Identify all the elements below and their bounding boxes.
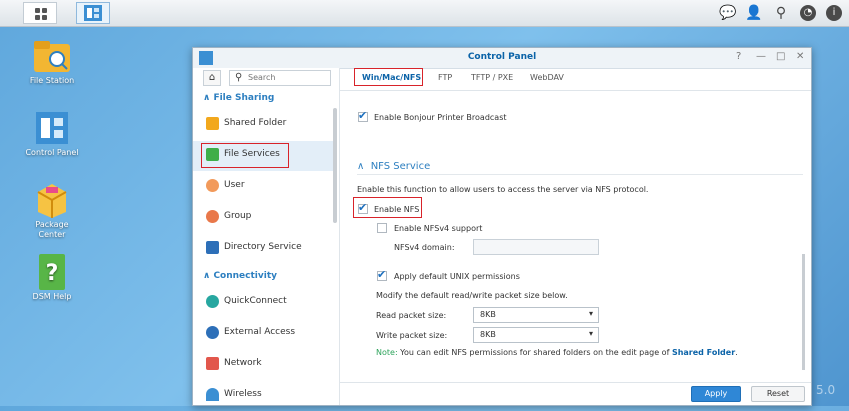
- search-input[interactable]: [246, 72, 330, 83]
- quickconnect-icon: [206, 295, 219, 308]
- user-icon: [206, 179, 219, 192]
- content-scrollbar[interactable]: [802, 254, 805, 370]
- footer-bar: Apply Reset: [340, 382, 811, 405]
- dashboard-icon[interactable]: ◔: [800, 5, 816, 21]
- nfs-description: Enable this function to allow users to a…: [357, 185, 649, 194]
- control-panel-window: Control Panel ? — □ ✕ ⌂ ⚲ ∧ File Sharing…: [192, 47, 812, 406]
- control-panel-taskbar-button[interactable]: [76, 2, 110, 24]
- home-button[interactable]: ⌂: [203, 70, 221, 86]
- tab-ftp[interactable]: FTP: [438, 73, 452, 82]
- maximize-button[interactable]: □: [776, 51, 785, 62]
- highlight-box: [201, 143, 289, 168]
- read-packet-label: Read packet size:: [376, 311, 447, 320]
- nfs-service-header[interactable]: ∧ NFS Service: [357, 161, 430, 172]
- tab-bar: Win/Mac/NFS FTP TFTP / PXE WebDAV: [340, 68, 811, 91]
- desktop-icon-dsm-help[interactable]: ? DSM Help: [12, 254, 92, 301]
- minimize-button[interactable]: —: [756, 51, 766, 62]
- search-icon[interactable]: ⚲: [771, 3, 791, 23]
- globe-icon: [206, 326, 219, 339]
- shared-folder-link[interactable]: Shared Folder: [672, 348, 735, 357]
- desktop-icon-file-station[interactable]: File Station: [12, 38, 92, 85]
- packet-size-description: Modify the default read/write packet siz…: [376, 291, 568, 300]
- group-icon: [206, 210, 219, 223]
- desktop-icon-control-panel[interactable]: Control Panel: [12, 110, 92, 157]
- help-icon: ?: [32, 254, 72, 290]
- grid-icon: [35, 8, 47, 20]
- main-menu-button[interactable]: [23, 2, 57, 24]
- desktop-icon-label: DSM Help: [32, 292, 72, 301]
- sidebar: ⌂ ⚲ ∧ File Sharing Shared Folder File Se…: [193, 68, 340, 405]
- tab-webdav[interactable]: WebDAV: [530, 73, 564, 82]
- sidebar-item-group[interactable]: Group: [193, 203, 333, 233]
- caret-down-icon: ▾: [588, 309, 593, 318]
- unix-permissions-checkbox[interactable]: [377, 268, 387, 281]
- sidebar-item-directory-service[interactable]: Directory Service: [193, 234, 333, 264]
- write-packet-select[interactable]: 8KB ▾: [473, 327, 599, 343]
- user-icon[interactable]: 👤: [744, 3, 764, 23]
- close-button[interactable]: ✕: [796, 51, 804, 62]
- read-packet-select[interactable]: 8KB ▾: [473, 307, 599, 323]
- search-icon: ⚲: [235, 72, 243, 83]
- info-icon[interactable]: i: [826, 5, 842, 21]
- sidebar-scrollbar[interactable]: [333, 108, 337, 223]
- highlight-box: [354, 68, 423, 86]
- desktop-icon-label: Package Center: [35, 220, 69, 239]
- search-box[interactable]: ⚲: [229, 70, 331, 86]
- nfsv4-domain-input[interactable]: [473, 239, 599, 255]
- svg-text:?: ?: [46, 261, 59, 286]
- nfsv4-domain-label: NFSv4 domain:: [394, 243, 455, 252]
- control-panel-icon: [32, 110, 72, 146]
- sidebar-item-wireless[interactable]: Wireless: [193, 381, 333, 411]
- bonjour-checkbox[interactable]: [358, 109, 368, 122]
- desktop-icon-label: File Station: [29, 76, 75, 85]
- sidebar-item-quickconnect[interactable]: QuickConnect: [193, 288, 333, 318]
- window-title: Control Panel: [467, 52, 537, 62]
- write-packet-label: Write packet size:: [376, 331, 448, 340]
- chevron-up-icon: ∧: [357, 161, 365, 172]
- nfsv4-checkbox[interactable]: [377, 223, 387, 233]
- desktop-icon-label: Control Panel: [25, 148, 79, 157]
- bonjour-label: Enable Bonjour Printer Broadcast: [374, 113, 507, 122]
- chevron-up-icon: ∧: [203, 271, 211, 281]
- nfsv4-label: Enable NFSv4 support: [394, 224, 483, 233]
- caret-down-icon: ▾: [588, 329, 593, 338]
- divider: [357, 174, 803, 175]
- sidebar-item-user[interactable]: User: [193, 172, 333, 202]
- section-file-sharing[interactable]: ∧ File Sharing: [203, 93, 274, 103]
- directory-service-icon: [206, 241, 219, 254]
- window-titlebar[interactable]: Control Panel ? — □ ✕: [193, 48, 811, 69]
- chevron-up-icon: ∧: [203, 93, 211, 103]
- folder-icon: [32, 38, 72, 74]
- taskbar: 💬 👤 ⚲ ◔ i: [0, 0, 849, 27]
- desktop-icon-package-center[interactable]: Package Center: [12, 182, 92, 240]
- apply-button[interactable]: Apply: [691, 386, 741, 402]
- version-watermark: 5.0: [816, 383, 836, 397]
- wifi-icon: [206, 388, 219, 401]
- chat-icon[interactable]: 💬: [718, 3, 738, 23]
- sidebar-item-external-access[interactable]: External Access: [193, 319, 333, 349]
- unix-permissions-label: Apply default UNIX permissions: [394, 272, 520, 281]
- nfs-note: Note: You can edit NFS permissions for s…: [376, 348, 738, 357]
- content-panel: Win/Mac/NFS FTP TFTP / PXE WebDAV Enable…: [340, 68, 811, 405]
- tab-tftp-pxe[interactable]: TFTP / PXE: [471, 73, 513, 82]
- sidebar-item-network[interactable]: Network: [193, 350, 333, 380]
- help-button[interactable]: ?: [736, 51, 741, 62]
- home-icon: ⌂: [208, 72, 216, 83]
- sidebar-item-shared-folder[interactable]: Shared Folder: [193, 110, 333, 140]
- control-panel-icon: [84, 5, 102, 21]
- shared-folder-icon: [206, 117, 219, 130]
- reset-button[interactable]: Reset: [751, 386, 805, 402]
- package-icon: [32, 182, 72, 218]
- network-icon: [206, 357, 219, 370]
- section-connectivity[interactable]: ∧ Connectivity: [203, 271, 277, 281]
- highlight-box: [353, 197, 422, 218]
